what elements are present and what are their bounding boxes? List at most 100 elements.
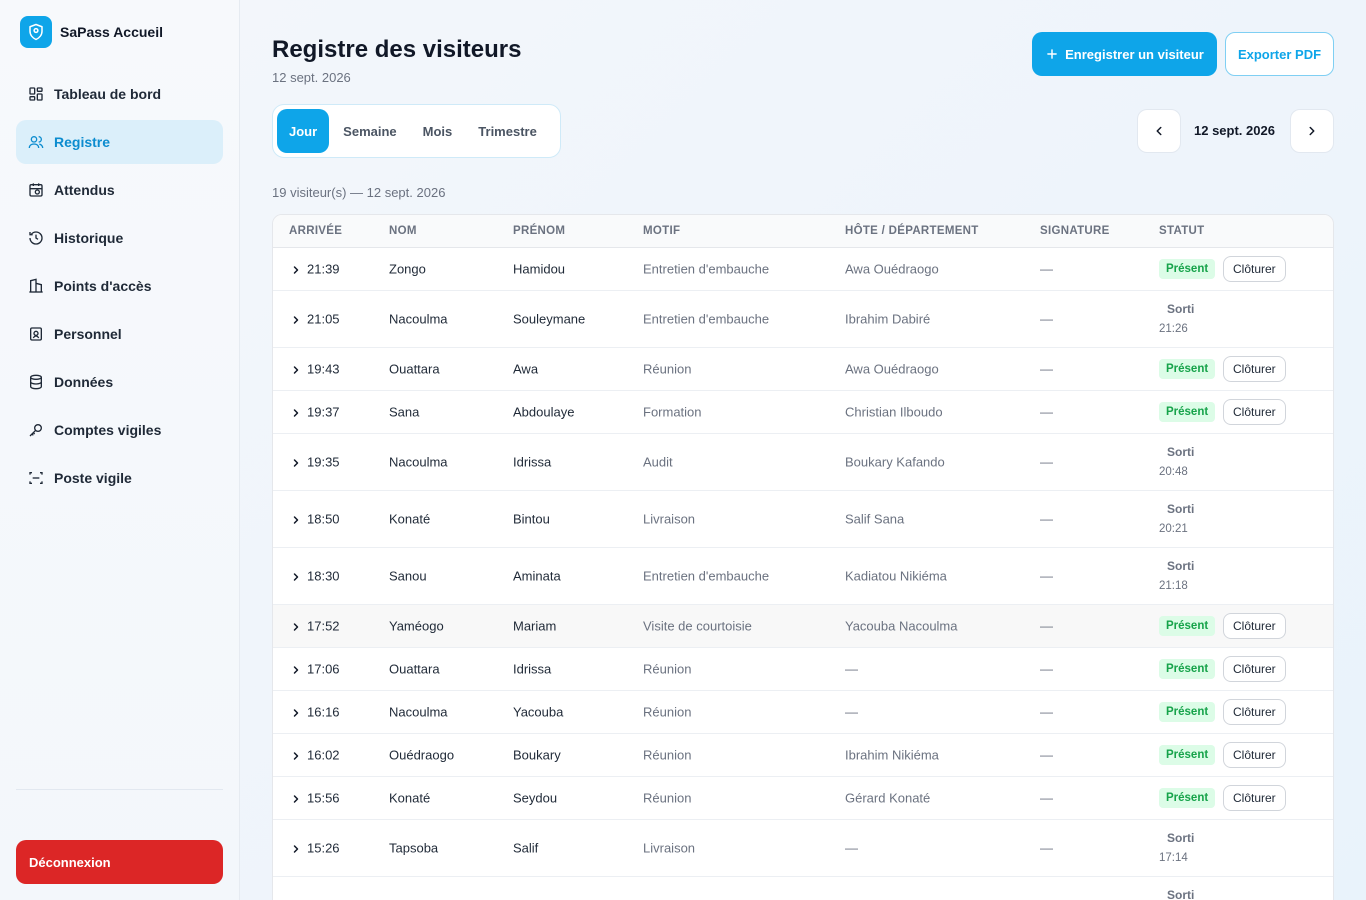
brand[interactable]: SaPass Accueil	[20, 16, 163, 48]
hote-cell: Ibrahim Nikiéma	[845, 747, 939, 763]
cloturer-button[interactable]: Clôturer	[1223, 356, 1286, 382]
sidebar-item-attendus[interactable]: Attendus	[16, 168, 223, 212]
sidebar-item-registre[interactable]: Registre	[16, 120, 223, 164]
nom-cell: Tapsoba	[389, 840, 439, 856]
table-row[interactable]: 16:02 Ouédraogo Boukary Réunion Ibrahim Niki…	[273, 734, 1333, 777]
chevron-right-icon	[1309, 126, 1315, 136]
expand-chevron-icon[interactable]	[290, 706, 302, 718]
prenom-cell: Mariam	[513, 618, 557, 634]
visitor-count: 19 visiteur(s) — 12 sept. 2026	[272, 185, 446, 200]
period-tabs: Jour Semaine Mois Trimestre	[272, 104, 561, 158]
cloturer-button[interactable]: Clôturer	[1223, 613, 1286, 639]
col-hote[interactable]: HÔTE / DÉPARTEMENT	[845, 225, 979, 237]
arrival-time: 17:52	[307, 618, 340, 634]
expand-chevron-icon[interactable]	[290, 663, 302, 675]
motif-cell: Réunion	[643, 790, 692, 806]
logout-button[interactable]: Déconnexion	[16, 840, 223, 884]
expand-chevron-icon[interactable]	[290, 792, 302, 804]
expand-chevron-icon[interactable]	[290, 406, 302, 418]
expand-chevron-icon[interactable]	[290, 842, 302, 854]
hote-cell: Salif Sana	[845, 511, 905, 527]
expand-chevron-icon[interactable]	[290, 456, 302, 468]
expand-chevron-icon[interactable]	[290, 313, 302, 325]
cloturer-button[interactable]: Clôturer	[1223, 399, 1286, 425]
tab-jour[interactable]: Jour	[277, 109, 330, 153]
hote-cell: Gérard Konaté	[845, 790, 931, 806]
arrival-time: 16:02	[307, 747, 340, 763]
prenom-cell: Aminata	[513, 568, 561, 584]
status-exited: Sorti 21:26	[1159, 302, 1194, 335]
sidebar: SaPass Accueil Tableau de bord Registre …	[0, 0, 240, 900]
table-row[interactable]: 15:26 Tapsoba Salif Livraison — — Sorti 17:14	[273, 820, 1333, 877]
expand-chevron-icon[interactable]	[290, 363, 302, 375]
col-prenom[interactable]: PRÉNOM	[513, 225, 565, 237]
signature-cell: —	[1040, 661, 1053, 677]
col-signature[interactable]: SIGNATURE	[1040, 225, 1110, 237]
tab-mois[interactable]: Mois	[411, 109, 465, 153]
cloturer-button[interactable]: Clôturer	[1223, 656, 1286, 682]
table-row[interactable]: Sorti	[273, 877, 1333, 900]
sidebar-item-donnees[interactable]: Données	[16, 360, 223, 404]
next-day-button[interactable]	[1290, 109, 1334, 153]
col-statut[interactable]: STATUT	[1159, 225, 1204, 237]
expand-chevron-icon[interactable]	[290, 620, 302, 632]
previous-day-button[interactable]	[1137, 109, 1181, 153]
table-row[interactable]: 18:30 Sanou Aminata Entretien d'embauche Kad…	[273, 548, 1333, 605]
prenom-cell: Awa	[513, 361, 539, 377]
table-row[interactable]: 17:06 Ouattara Idrissa Réunion — — Présent Clôt…	[273, 648, 1333, 691]
hote-cell: Kadiatou Nikiéma	[845, 568, 947, 584]
table-row[interactable]: 21:05 Nacoulma Souleymane Entretien d'embau…	[273, 291, 1333, 348]
expand-chevron-icon[interactable]	[290, 263, 302, 275]
signature-cell: —	[1040, 261, 1053, 277]
table-row[interactable]: 15:56 Konaté Seydou Réunion Gérard Konaté — Pr…	[273, 777, 1333, 820]
expand-chevron-icon[interactable]	[290, 570, 302, 582]
export-pdf-button[interactable]: Exporter PDF	[1225, 32, 1334, 76]
sidebar-item-label: Historique	[54, 230, 124, 246]
prenom-cell: Bintou	[513, 511, 550, 527]
exit-time: 20:48	[1159, 466, 1188, 478]
sidebar-item-label: Registre	[54, 134, 111, 150]
signature-cell: —	[1040, 568, 1053, 584]
table-row[interactable]: 19:43 Ouattara Awa Réunion Awa Ouédraogo — Pré…	[273, 348, 1333, 391]
signature-cell: —	[1040, 747, 1053, 763]
signature-cell: —	[1040, 311, 1053, 327]
table-row[interactable]: 18:50 Konaté Bintou Livraison Salif Sana — Sor…	[273, 491, 1333, 548]
signature-cell: —	[1040, 361, 1053, 377]
table-row[interactable]: 21:39 Zongo Hamidou Entretien d'embauche Awa…	[273, 248, 1333, 291]
signature-cell: —	[1040, 404, 1053, 420]
table-row[interactable]: 17:52 Yaméogo Mariam Visite de courtoisie Ya…	[273, 605, 1333, 648]
col-nom[interactable]: NOM	[389, 225, 417, 237]
sidebar-item-personnel[interactable]: Personnel	[16, 312, 223, 356]
tab-trimestre[interactable]: Trimestre	[466, 109, 549, 153]
tab-semaine[interactable]: Semaine	[331, 109, 408, 153]
exited-label: Sorti	[1167, 445, 1195, 459]
register-visitor-button[interactable]: Enregistrer un visiteur	[1032, 32, 1217, 76]
expand-chevron-icon[interactable]	[290, 513, 302, 525]
hote-cell: Ibrahim Dabiré	[845, 311, 931, 327]
sidebar-item-label: Poste vigile	[54, 470, 132, 486]
cloturer-button[interactable]: Clôturer	[1223, 742, 1286, 768]
table-row[interactable]: 16:16 Nacoulma Yacouba Réunion — — Présent Clôt…	[273, 691, 1333, 734]
hote-cell: Awa Ouédraogo	[845, 261, 939, 277]
expand-chevron-icon[interactable]	[290, 749, 302, 761]
status-exited: Sorti 21:18	[1159, 559, 1194, 592]
cloturer-button[interactable]: Clôturer	[1223, 699, 1286, 725]
table-row[interactable]: 19:35 Nacoulma Idrissa Audit Boukary Kafando…	[273, 434, 1333, 491]
status-badge: Présent	[1159, 788, 1216, 808]
sidebar-item-comptes-vigiles[interactable]: Comptes vigiles	[16, 408, 223, 452]
col-arrivee[interactable]: ARRIVÉE	[289, 225, 342, 237]
sidebar-item-poste-vigile[interactable]: Poste vigile	[16, 456, 223, 500]
sidebar-item-tableau-de-bord[interactable]: Tableau de bord	[16, 72, 223, 116]
cloturer-button[interactable]: Clôturer	[1223, 785, 1286, 811]
col-motif[interactable]: MOTIF	[643, 225, 680, 237]
cloturer-button[interactable]: Clôturer	[1223, 256, 1286, 282]
status-badge: Présent	[1159, 259, 1216, 279]
signature-cell: —	[1040, 511, 1053, 527]
sidebar-item-historique[interactable]: Historique	[16, 216, 223, 260]
sidebar-item-points-d-acces[interactable]: Points d'accès	[16, 264, 223, 308]
exit-time: 21:18	[1159, 580, 1188, 592]
nom-cell: Sana	[389, 404, 420, 420]
signature-cell: —	[1040, 790, 1053, 806]
hote-cell: —	[845, 661, 858, 677]
table-row[interactable]: 19:37 Sana Abdoulaye Formation Christian Ilb…	[273, 391, 1333, 434]
